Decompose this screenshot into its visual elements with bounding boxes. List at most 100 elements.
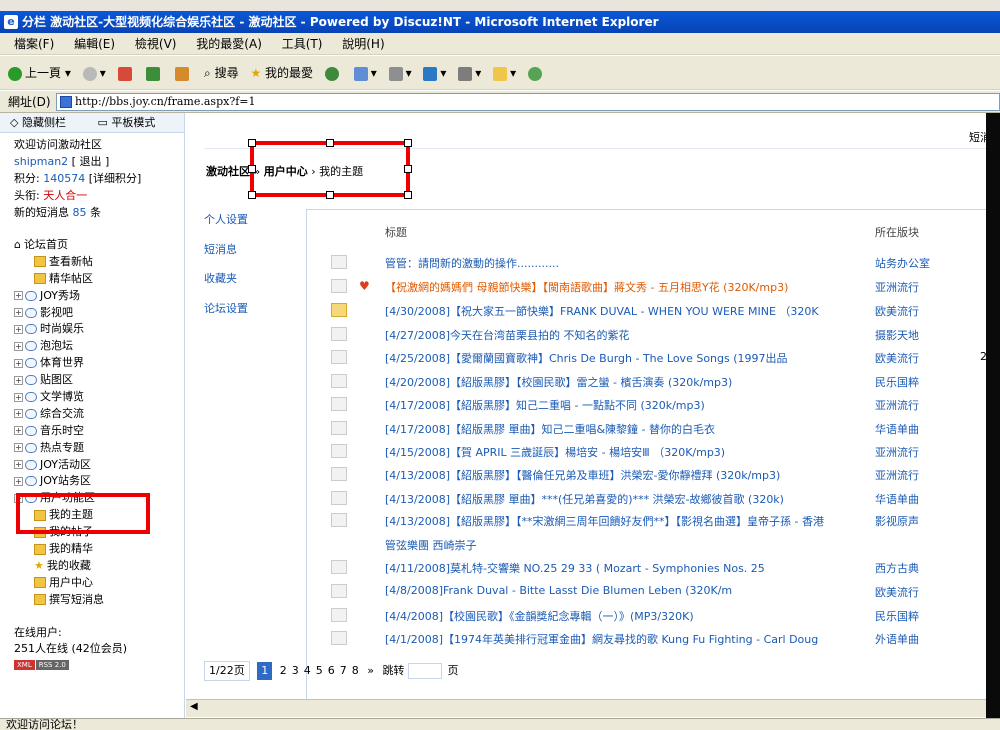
topic-title-link[interactable]: [4/17/2008]【紹版黑膠】知己二重唱 - 一點點不同 (320k/mp3… [385, 397, 705, 413]
menu-edit[interactable]: 編輯(E) [74, 37, 115, 51]
topic-title-link[interactable]: 管弦樂團 西崎崇子 [385, 537, 477, 553]
expand-icon[interactable]: + [14, 358, 23, 368]
topic-forum-link[interactable]: 欧美流行 [875, 303, 919, 319]
favorites-button[interactable]: ★ 我的最愛 [250, 56, 313, 90]
topic-forum-link[interactable]: 欧美流行 [875, 584, 919, 600]
tree-item[interactable]: + 贴图区 [14, 372, 184, 389]
expand-icon[interactable]: + [14, 392, 23, 402]
horizontal-scrollbar[interactable]: ◀ [186, 699, 986, 717]
nav-personal-settings[interactable]: 个人设置 [204, 211, 248, 241]
tree-item[interactable]: 我的精华 [14, 541, 184, 558]
resize-handle[interactable] [248, 191, 256, 199]
topic-title-link[interactable]: [4/17/2008]【紹版黑膠 單曲】知己二重唱&陳黎鐘 - 替你的白毛衣 [385, 421, 715, 437]
topic-forum-link[interactable]: 华语单曲 [875, 421, 919, 437]
page-link[interactable]: 5 [316, 664, 323, 677]
page-link[interactable]: 8 [352, 664, 359, 677]
topic-forum-link[interactable]: 欧美流行 [875, 350, 919, 366]
expand-icon[interactable]: + [14, 426, 23, 436]
page-link[interactable]: 7 [340, 664, 347, 677]
resize-handle[interactable] [326, 139, 334, 147]
topic-title-link[interactable]: [4/13/2008]【紹版黑膠】【**宋激網三周年回饋好友們**】【影視名曲選… [385, 513, 824, 529]
menu-view[interactable]: 檢視(V) [135, 37, 177, 51]
folder-button[interactable]: ▾ [493, 56, 516, 90]
tree-item[interactable]: + JOY站务区 [14, 473, 184, 490]
edit-button[interactable]: ▾ [458, 56, 481, 90]
topic-title-link[interactable]: [4/13/2008]【紹版黑膠】【醫倫任兄弟及車班】洪榮宏-愛你靜禮拜 (32… [385, 467, 780, 483]
nav-forum-settings[interactable]: 论坛设置 [204, 300, 248, 330]
tree-item[interactable]: + 综合交流 [14, 406, 184, 423]
points-detail-link[interactable]: [详细积分] [89, 172, 142, 185]
home-button[interactable] [175, 56, 192, 90]
mail-button[interactable]: ▾ [353, 56, 377, 90]
page-link[interactable]: 3 [292, 664, 299, 677]
tree-item[interactable]: + 时尚娱乐 [14, 321, 184, 338]
topic-forum-link[interactable]: 亚洲流行 [875, 444, 919, 460]
page-link[interactable]: 6 [328, 664, 335, 677]
topic-forum-link[interactable]: 亚洲流行 [875, 279, 919, 295]
tree-item[interactable]: + 热点专题 [14, 440, 184, 457]
new-messages-count[interactable]: 85 [73, 206, 87, 219]
resize-handle[interactable] [404, 191, 412, 199]
topic-forum-link[interactable]: 民乐国粹 [875, 608, 919, 624]
tree-item[interactable]: + 音乐时空 [14, 423, 184, 440]
resize-handle[interactable] [404, 139, 412, 147]
forward-button[interactable]: ▾ [82, 56, 106, 90]
topic-forum-link[interactable]: 影视原声 [875, 513, 919, 529]
resize-handle[interactable] [248, 139, 256, 147]
nav-short-messages[interactable]: 短消息 [204, 241, 248, 271]
refresh-button[interactable] [146, 56, 163, 90]
page-link[interactable]: 4 [304, 664, 311, 677]
resize-handle[interactable] [404, 165, 412, 173]
expand-icon[interactable]: + [14, 375, 23, 385]
back-button[interactable]: 上一頁 ▾ [8, 56, 71, 90]
short-message-link[interactable]: 短消息 [969, 127, 986, 149]
tree-item[interactable]: 用户中心 [14, 575, 184, 592]
topic-forum-link[interactable]: 华语单曲 [875, 491, 919, 507]
expand-icon[interactable]: + [14, 308, 23, 318]
page-next[interactable]: » [367, 664, 374, 677]
history-button[interactable] [324, 56, 342, 90]
expand-icon[interactable]: + [14, 341, 23, 351]
expand-icon[interactable]: + [14, 324, 23, 334]
topic-title-link[interactable]: [4/4/2008]【校園民歌】《金韻獎紀念專輯（一）》(MP3/320K) [385, 608, 694, 624]
topic-forum-link[interactable]: 摄影天地 [875, 327, 919, 343]
topic-title-link[interactable]: 管管：請問新的激動的操作............ [385, 255, 559, 271]
resize-handle[interactable] [326, 191, 334, 199]
topic-title-link[interactable]: [4/13/2008]【紹版黑膠 單曲】***(任兄弟喜愛的)*** 洪榮宏-故… [385, 491, 784, 507]
topic-forum-link[interactable]: 亚洲流行 [875, 467, 919, 483]
stop-button[interactable] [117, 56, 135, 90]
expand-icon[interactable]: + [14, 460, 23, 470]
messenger-button[interactable]: ▾ [423, 56, 446, 90]
tree-item[interactable]: 撰写短消息 [14, 592, 184, 609]
nav-favorites[interactable]: 收藏夹 [204, 270, 248, 300]
scroll-left-icon[interactable]: ◀ [190, 701, 198, 712]
menu-help[interactable]: 說明(H) [342, 37, 384, 51]
topic-forum-link[interactable]: 外语单曲 [875, 631, 919, 647]
username-link[interactable]: shipman2 [14, 155, 68, 168]
topic-title-link[interactable]: [4/20/2008]【紹版黑膠】【校園民歌】雷之蠻 - 檳舌演奏 (320k/… [385, 374, 732, 390]
resize-handle[interactable] [248, 165, 256, 173]
expand-icon[interactable]: + [14, 476, 23, 486]
topic-forum-link[interactable]: 西方古典 [875, 560, 919, 576]
menu-file[interactable]: 檔案(F) [14, 37, 54, 51]
topic-title-link[interactable]: [4/25/2008]【愛爾蘭國寶歌神】Chris De Burgh - The… [385, 350, 788, 366]
topic-title-link[interactable]: [4/27/2008]今天在台湾苗栗县拍的 不知名的紫花 [385, 327, 629, 343]
topic-title-link[interactable]: [4/15/2008]【賀 APRIL 三歲誕辰】楊培安 - 楊培安Ⅲ （320… [385, 444, 725, 460]
tree-item[interactable]: 精华帖区 [14, 271, 184, 288]
research-button[interactable] [528, 56, 545, 90]
tree-item[interactable]: + 体育世界 [14, 355, 184, 372]
topic-forum-link[interactable]: 站务办公室 [875, 255, 930, 271]
tree-item[interactable]: ★ 我的收藏 [14, 558, 184, 575]
tree-item[interactable]: 查看新帖 [14, 254, 184, 271]
jump-page-input[interactable] [407, 663, 442, 679]
expand-icon[interactable]: + [14, 443, 23, 453]
expand-icon[interactable]: + [14, 291, 23, 301]
topic-title-link[interactable]: [4/11/2008]莫札特-交響樂 NO.25 29 33 ( Mozart … [385, 560, 765, 576]
tree-item[interactable]: + 影视吧 [14, 305, 184, 322]
expand-icon[interactable]: + [14, 409, 23, 419]
topic-title-link[interactable]: [4/1/2008]【1974年英美排行冠軍金曲】網友尋找的歌 Kung Fu … [385, 631, 818, 647]
tree-item[interactable]: + JOY活动区 [14, 457, 184, 474]
rss-badge[interactable]: XML RSS 2.0 [14, 657, 184, 673]
tree-item[interactable]: + JOY秀场 [14, 288, 184, 305]
vertical-scrollbar[interactable] [986, 113, 1000, 718]
